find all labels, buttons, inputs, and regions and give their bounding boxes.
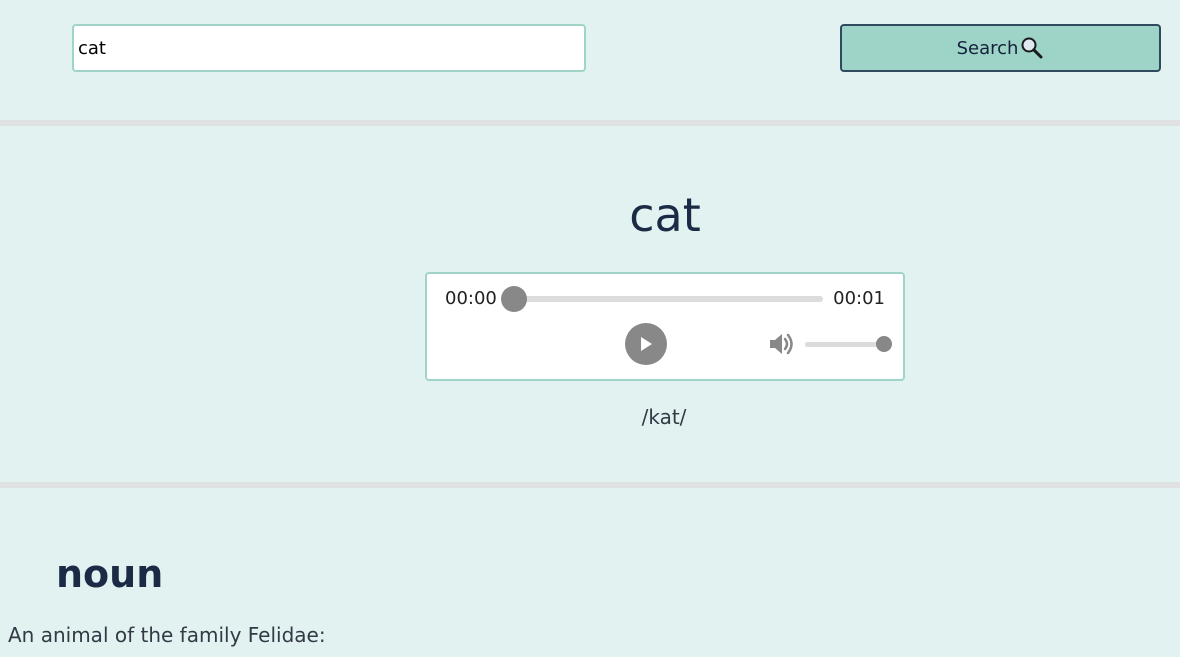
search-button-label: Search [956, 37, 1019, 59]
seek-bar[interactable] [513, 296, 823, 302]
duration-time: 00:01 [833, 288, 885, 309]
play-button[interactable] [625, 323, 667, 365]
volume-fill [805, 342, 885, 347]
current-time: 00:00 [445, 288, 497, 309]
part-of-speech-heading: noun [56, 552, 164, 596]
search-header: Search [0, 0, 1180, 120]
speaker-icon[interactable] [768, 331, 796, 357]
section-divider [0, 482, 1180, 488]
search-button[interactable]: Search [840, 24, 1161, 72]
magnifier-icon [1020, 36, 1044, 60]
definition-text: An animal of the family Felidae: [8, 623, 326, 647]
play-icon [641, 337, 652, 351]
phonetic-text: /kat/ [641, 405, 687, 429]
volume-slider[interactable] [805, 342, 885, 347]
word-heading: cat [629, 188, 701, 242]
audio-player: 00:00 00:01 [425, 272, 905, 381]
seek-handle[interactable] [501, 286, 527, 312]
volume-handle[interactable] [876, 336, 892, 352]
section-divider [0, 120, 1180, 126]
search-input[interactable] [72, 24, 586, 72]
